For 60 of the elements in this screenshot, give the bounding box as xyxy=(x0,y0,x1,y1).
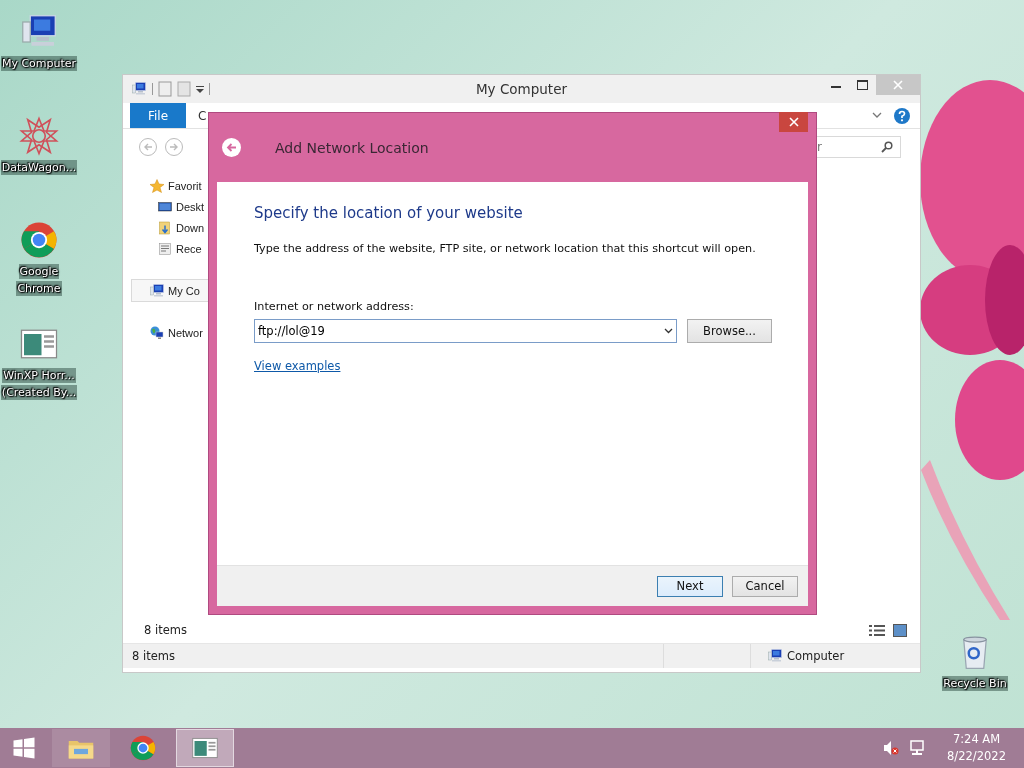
nav-item[interactable]: Rece xyxy=(123,238,208,259)
search-icon xyxy=(881,141,893,153)
taskbar-button[interactable] xyxy=(52,729,110,767)
field-label: Internet or network address: xyxy=(254,300,415,313)
view-examples-link[interactable]: View examples xyxy=(254,359,341,373)
network-icon xyxy=(149,324,165,341)
icon-label: Recycle Bin xyxy=(942,676,1008,691)
close-icon xyxy=(893,80,903,90)
close-icon xyxy=(788,117,799,127)
back-button[interactable] xyxy=(222,138,241,157)
nav-item[interactable]: My Co xyxy=(131,279,208,302)
download-icon xyxy=(157,219,173,236)
icon-label: Google xyxy=(18,264,60,279)
item-count: 8 items xyxy=(144,623,187,637)
nav-item[interactable]: Deskt xyxy=(123,196,208,217)
address-field[interactable]: ftp://lol@19 xyxy=(254,319,677,343)
back-arrow-icon xyxy=(226,142,237,153)
dialog-button[interactable]: Cancel xyxy=(732,575,798,597)
ribbon-tab[interactable]: C xyxy=(196,103,209,128)
icon-label: (Created By... xyxy=(0,385,78,400)
star-icon xyxy=(149,177,165,194)
browse-button[interactable]: Browse... xyxy=(687,319,772,343)
chrome-icon xyxy=(19,220,59,260)
dialog-title: Add Network Location xyxy=(275,139,429,156)
computer-icon xyxy=(767,648,783,664)
nav-item[interactable]: Favorit xyxy=(123,175,208,196)
taskbar-button[interactable] xyxy=(176,729,234,767)
icon-label: My Computer xyxy=(0,56,78,71)
window-title: My Computer xyxy=(475,81,567,97)
clock-date[interactable]: 8/22/2022 xyxy=(947,748,1006,765)
icon-label: Chrome xyxy=(16,281,62,296)
dialog-heading: Specify the location of your website xyxy=(254,204,524,222)
expand-ribbon-icon[interactable] xyxy=(872,112,882,119)
dialog-button[interactable]: Next xyxy=(657,575,723,597)
computer-icon xyxy=(131,81,147,97)
nav-item[interactable]: Networ xyxy=(123,322,208,343)
computer-icon xyxy=(149,282,165,299)
status-text: 8 items xyxy=(132,649,175,663)
dialog-description: Type the address of the website, FTP site, or network location that this shortcut will open. xyxy=(254,242,757,255)
thumbnail-view-icon[interactable] xyxy=(893,623,907,637)
nav-item[interactable]: Down xyxy=(123,217,208,238)
muted-speaker-icon[interactable] xyxy=(883,740,900,756)
icon-label: DataWagon... xyxy=(0,160,78,175)
dropdown-icon[interactable] xyxy=(196,84,204,94)
back-arrow-icon xyxy=(143,142,153,152)
help-icon[interactable] xyxy=(894,107,910,124)
close-button[interactable] xyxy=(779,112,808,132)
maximize-icon xyxy=(857,80,868,90)
details-view-icon[interactable] xyxy=(869,623,885,637)
ribbon-tab[interactable]: File xyxy=(130,103,186,128)
windows-logo-icon xyxy=(12,736,36,760)
dropdown-icon[interactable] xyxy=(664,328,673,334)
network-icon[interactable] xyxy=(909,740,926,756)
chrome-icon xyxy=(129,734,157,762)
status-text: Computer xyxy=(787,649,845,663)
star-polygon-icon xyxy=(19,116,59,156)
recent-icon xyxy=(157,240,173,257)
icon-label: WinXP Horr... xyxy=(2,368,76,383)
forward-arrow-icon xyxy=(169,142,179,152)
clock-time[interactable]: 7:24 AM xyxy=(952,731,1001,748)
